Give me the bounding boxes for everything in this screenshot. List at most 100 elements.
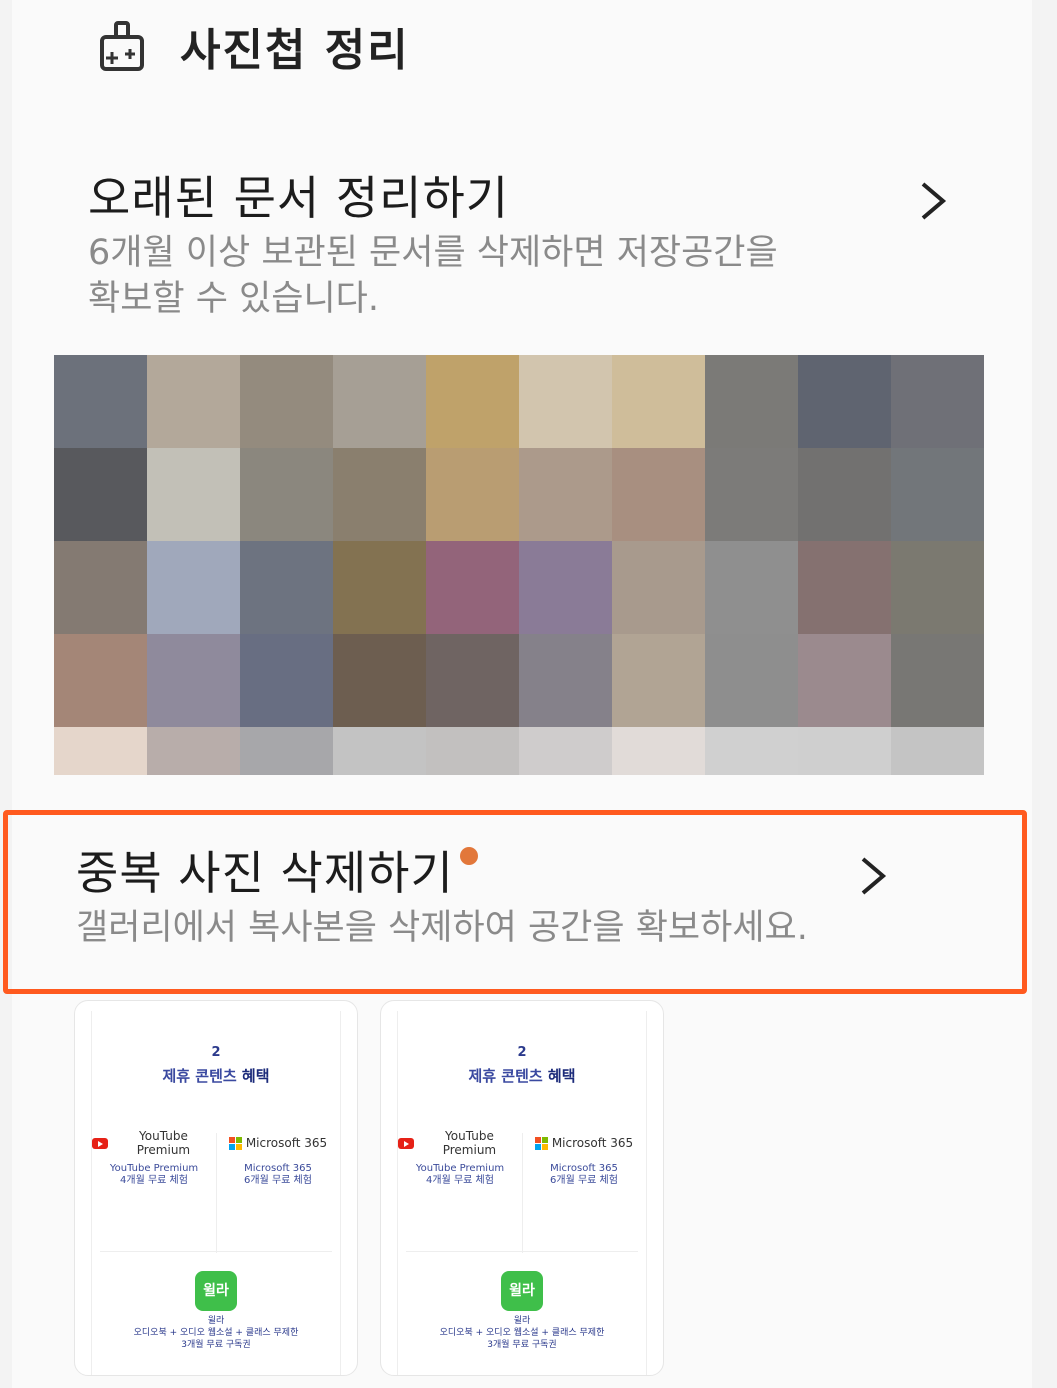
mosaic-tile xyxy=(147,727,240,775)
page-title: 사진첩 정리 xyxy=(180,25,410,76)
mosaic-tile xyxy=(798,634,891,727)
microsoft-offer-line2: 6개월 무료 체험 xyxy=(550,1175,618,1186)
mosaic-tile xyxy=(147,541,240,634)
mosaic-tile xyxy=(891,355,984,448)
mosaic-tile xyxy=(519,727,612,775)
microsoft-logo-text: Microsoft 365 xyxy=(245,1136,328,1150)
thumbnail-heading: 제휴 콘텐츠 혜택 xyxy=(398,1065,646,1086)
old-documents-description-line1: 6개월 이상 보관된 문서를 삭제하면 저장공간을 xyxy=(88,233,778,273)
youtube-logo: YouTube Premium xyxy=(92,1129,216,1157)
mosaic-tile xyxy=(240,448,333,541)
mosaic-tile xyxy=(798,541,891,634)
mosaic-tile xyxy=(426,448,519,541)
mosaic-tile xyxy=(891,448,984,541)
youtube-logo-text: YouTube Premium xyxy=(442,1129,497,1157)
thumbnail-heading-b: 혜택 xyxy=(547,1067,576,1085)
youtube-play-icon xyxy=(92,1137,108,1149)
mosaic-tile xyxy=(426,355,519,448)
willa-offer: 윌라 오디오북 + 오디오 웹소설 + 클래스 무제한 3개월 무료 구독권 xyxy=(92,1315,340,1351)
youtube-offer-line2: 4개월 무료 체험 xyxy=(426,1175,494,1186)
page-header: 사진첩 정리 xyxy=(98,14,410,78)
mosaic-tile xyxy=(612,448,705,541)
mosaic-tile xyxy=(705,355,798,448)
mosaic-tile xyxy=(705,448,798,541)
mosaic-tile xyxy=(54,355,147,448)
old-documents-title: 오래된 문서 정리하기 xyxy=(88,171,510,225)
mosaic-tile xyxy=(612,634,705,727)
document-preview-mosaic[interactable] xyxy=(54,355,984,775)
thumbnail-heading-a: 제휴 콘텐츠 xyxy=(468,1067,548,1085)
mosaic-tile xyxy=(147,634,240,727)
willa-logo: 윌라 xyxy=(195,1271,237,1311)
youtube-offer-line1: YouTube Premium xyxy=(415,1163,505,1174)
thumbnail-divider xyxy=(100,1251,332,1252)
willa-logo: 윌라 xyxy=(501,1271,543,1311)
mosaic-tile xyxy=(519,448,612,541)
photo-thumbnail[interactable]: 2 제휴 콘텐츠 혜택 YouTube Premium YouTube Prem… xyxy=(380,1000,664,1376)
mosaic-tile xyxy=(798,355,891,448)
mosaic-tile xyxy=(426,727,519,775)
youtube-play-icon xyxy=(398,1137,414,1149)
willa-offer-line3: 3개월 무료 구독권 xyxy=(487,1340,557,1350)
old-documents-section[interactable]: 오래된 문서 정리하기 6개월 이상 보관된 문서를 삭제하면 저장공간을 확보… xyxy=(88,170,947,322)
microsoft-logo: Microsoft 365 xyxy=(216,1133,340,1153)
mosaic-tile xyxy=(612,727,705,775)
mosaic-tile xyxy=(705,541,798,634)
youtube-offer-line1: YouTube Premium xyxy=(109,1163,199,1174)
youtube-offer: YouTube Premium 4개월 무료 체험 xyxy=(92,1163,216,1187)
thumbnail-content: 2 제휴 콘텐츠 혜택 YouTube Premium YouTube Prem… xyxy=(397,1011,647,1375)
mosaic-tile xyxy=(798,448,891,541)
mosaic-tile xyxy=(891,541,984,634)
mosaic-tile xyxy=(147,448,240,541)
microsoft-offer: Microsoft 365 6개월 무료 체험 xyxy=(522,1163,646,1187)
microsoft-offer-line1: Microsoft 365 xyxy=(550,1163,618,1174)
thumbnail-right-column: Microsoft 365 Microsoft 365 6개월 무료 체험 xyxy=(216,1133,340,1187)
willa-offer-line1: 윌라 xyxy=(513,1316,531,1326)
mosaic-tile xyxy=(333,727,426,775)
microsoft-offer-line1: Microsoft 365 xyxy=(244,1163,312,1174)
willa-offer-line1: 윌라 xyxy=(207,1316,225,1326)
mosaic-tile xyxy=(705,634,798,727)
mosaic-tile xyxy=(54,634,147,727)
mosaic-tile xyxy=(798,727,891,775)
mosaic-tile xyxy=(54,448,147,541)
mosaic-tile xyxy=(519,634,612,727)
mosaic-tile xyxy=(426,634,519,727)
microsoft-offer-line2: 6개월 무료 체험 xyxy=(244,1175,312,1186)
youtube-logo: YouTube Premium xyxy=(398,1129,522,1157)
thumbnail-left-column: YouTube Premium YouTube Premium 4개월 무료 체험 xyxy=(92,1129,217,1253)
chevron-right-icon xyxy=(921,182,947,220)
mosaic-tile xyxy=(240,355,333,448)
photo-thumbnail[interactable]: 2 제휴 콘텐츠 혜택 YouTube Premium YouTube Prem… xyxy=(74,1000,358,1376)
mosaic-tile xyxy=(612,355,705,448)
mosaic-tile xyxy=(705,727,798,775)
thumbnail-heading: 제휴 콘텐츠 혜택 xyxy=(92,1065,340,1086)
mosaic-tile xyxy=(54,727,147,775)
willa-offer-line3: 3개월 무료 구독권 xyxy=(181,1340,251,1350)
willa-offer: 윌라 오디오북 + 오디오 웹소설 + 클래스 무제한 3개월 무료 구독권 xyxy=(398,1315,646,1351)
mosaic-tile xyxy=(240,634,333,727)
thumbnail-heading-a: 제휴 콘텐츠 xyxy=(162,1067,242,1085)
thumbnail-content: 2 제휴 콘텐츠 혜택 YouTube Premium YouTube Prem… xyxy=(91,1011,341,1375)
broom-icon xyxy=(100,21,144,71)
duplicate-photos-section[interactable]: 중복 사진 삭제하기 갤러리에서 복사본을 삭제하여 공간을 확보하세요. xyxy=(76,845,972,951)
youtube-offer-line2: 4개월 무료 체험 xyxy=(120,1175,188,1186)
willa-offer-line2: 오디오북 + 오디오 웹소설 + 클래스 무제한 xyxy=(133,1328,299,1338)
thumbnail-number: 2 xyxy=(211,1045,221,1060)
mosaic-tile xyxy=(333,541,426,634)
duplicate-photos-title-text: 중복 사진 삭제하기 xyxy=(76,846,454,900)
youtube-logo-text: YouTube Premium xyxy=(136,1129,191,1157)
new-badge-dot xyxy=(459,847,478,865)
microsoft-squares-icon xyxy=(228,1136,242,1150)
old-documents-description-line2: 확보할 수 있습니다. xyxy=(88,279,379,319)
mosaic-tile xyxy=(240,727,333,775)
mosaic-tile xyxy=(426,541,519,634)
mosaic-tile xyxy=(333,634,426,727)
duplicate-photos-description: 갤러리에서 복사본을 삭제하여 공간을 확보하세요. xyxy=(76,908,808,948)
mosaic-tile xyxy=(519,541,612,634)
mosaic-tile xyxy=(147,355,240,448)
microsoft-logo-text: Microsoft 365 xyxy=(551,1136,634,1150)
thumbnail-number: 2 xyxy=(517,1045,527,1060)
thumbnail-heading-b: 혜택 xyxy=(241,1067,270,1085)
mosaic-tile xyxy=(891,727,984,775)
